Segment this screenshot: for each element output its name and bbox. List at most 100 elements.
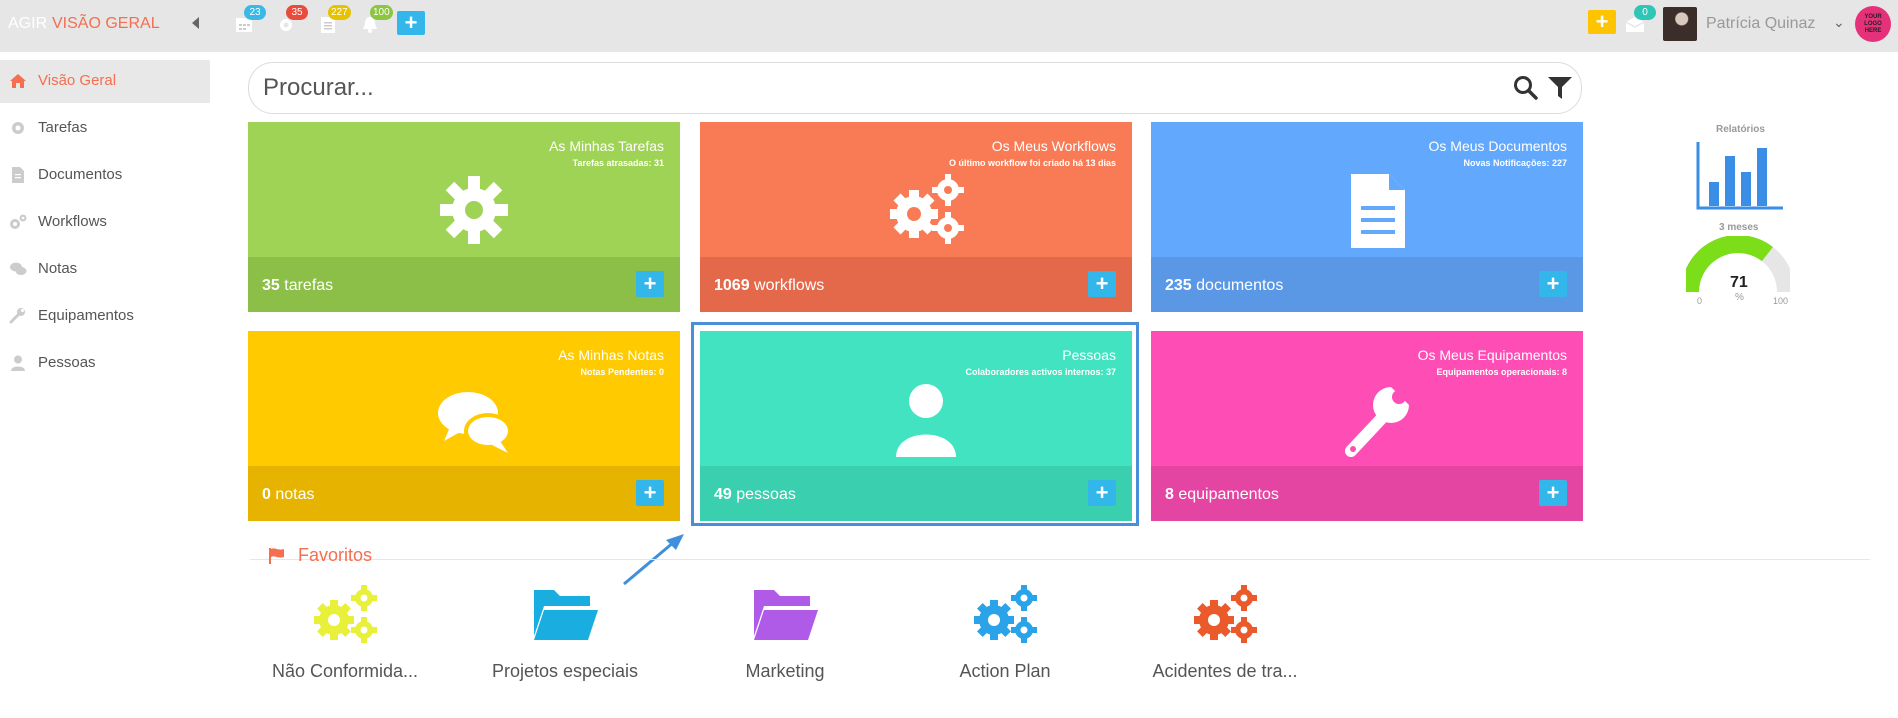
tile-title: Os Meus Equipamentos	[1417, 347, 1567, 363]
tile-title: Os Meus Documentos	[1428, 138, 1568, 154]
tile-meus-documentos[interactable]: Os Meus Documentos Novas Notificações: 2…	[1151, 122, 1583, 312]
brand-name[interactable]: AGIR	[8, 15, 47, 33]
sidebar-item-label: Workflows	[38, 213, 107, 230]
gears-icon	[10, 214, 27, 229]
tile-count: 1069 workflows	[714, 277, 825, 294]
tile-count: 8 equipamentos	[1165, 486, 1279, 503]
favorite-label: Projetos especiais	[491, 661, 639, 681]
sidebar-item-label: Notas	[38, 260, 78, 277]
gear-icon	[12, 122, 24, 134]
wrench-icon	[1345, 387, 1409, 457]
settings-badge: 35	[286, 5, 308, 20]
pointer-arrow-icon	[623, 534, 684, 586]
tile-meus-workflows[interactable]: Os Meus Workflows O último workflow foi …	[700, 122, 1132, 312]
gear-icon	[440, 176, 508, 244]
gauge-unit: %	[1735, 292, 1744, 303]
tile-subtitle: O último workflow foi criado há 13 dias	[948, 158, 1116, 168]
favorite-label: Acidentes de tra...	[1152, 661, 1298, 681]
messages-badge: 0	[1634, 5, 1656, 20]
tile-subtitle: Equipamentos operacionais: 8	[1436, 367, 1567, 377]
sidebar-item-workflows[interactable]: Workflows	[0, 201, 210, 244]
comments-icon	[438, 392, 512, 453]
tile-subtitle: Tarefas atrasadas: 31	[572, 158, 664, 168]
folder-icon	[754, 590, 818, 640]
quick-add-button[interactable]: +	[1588, 10, 1616, 34]
company-logo: YOUR LOGO HERE	[1855, 6, 1891, 42]
favorite-marketing[interactable]: Marketing	[680, 584, 890, 682]
notifications-button[interactable]: 100	[360, 5, 393, 36]
tile-meus-equipamentos[interactable]: Os Meus Equipamentos Equipamentos operac…	[1151, 331, 1583, 521]
sidebar-item-label: Documentos	[38, 166, 123, 183]
add-document-button[interactable]: +	[1539, 271, 1567, 297]
highlight-frame	[691, 322, 1139, 526]
tile-footer: 1069 workflows +	[700, 257, 1132, 312]
gauge-fill	[1686, 236, 1773, 293]
document-icon	[1351, 174, 1405, 248]
documents-button[interactable]: 227	[318, 5, 351, 36]
gauge-max: 100	[1773, 296, 1789, 306]
tile-subtitle: Notas Pendentes: 0	[580, 367, 664, 377]
add-workflow-button[interactable]: +	[1088, 271, 1116, 297]
tile-footer: 0 notas +	[248, 466, 680, 521]
gears-icon	[974, 585, 1037, 643]
messages-button[interactable]: 0	[1624, 5, 1656, 36]
logo-text: YOUR LOGO HERE	[1864, 13, 1882, 34]
chevron-down-icon[interactable]: ⌄	[1833, 14, 1845, 31]
favorite-action-plan[interactable]: Action Plan	[900, 584, 1110, 682]
notifications-badge: 100	[370, 5, 393, 20]
tile-footer: 8 equipamentos +	[1151, 466, 1583, 521]
bar-chart-icon[interactable]	[1695, 140, 1785, 210]
settings-button[interactable]: 35	[276, 5, 308, 36]
sidebar-item-tarefas[interactable]: Tarefas	[0, 107, 210, 150]
avatar[interactable]	[1663, 7, 1697, 41]
user-icon	[11, 355, 25, 371]
search-input[interactable]	[261, 72, 1465, 104]
favorite-acidentes-de-trabalho[interactable]: Acidentes de tra...	[1120, 584, 1330, 682]
calendar-button[interactable]: 23	[234, 5, 266, 36]
gauge-min: 0	[1697, 296, 1703, 306]
comments-icon	[10, 262, 27, 275]
user-name[interactable]: Patrícia Quinaz	[1706, 15, 1815, 33]
folder-icon	[534, 590, 598, 640]
gears-icon	[890, 174, 964, 244]
gauge-value: 71	[1730, 274, 1748, 291]
tile-footer: 35 tarefas +	[248, 257, 680, 312]
flag-icon	[269, 548, 284, 564]
search-bar	[248, 62, 1582, 114]
calendar-badge: 23	[244, 5, 266, 20]
tile-title: As Minhas Notas	[558, 347, 664, 363]
wrench-icon	[9, 308, 25, 324]
tile-count: 0 notas	[262, 486, 315, 503]
document-icon	[12, 167, 24, 183]
favorite-nao-conformidades[interactable]: Não Conformida...	[240, 584, 450, 682]
period-label: 3 meses	[1719, 222, 1759, 233]
collapse-sidebar-icon[interactable]	[192, 17, 199, 29]
add-button[interactable]: +	[397, 11, 425, 35]
reports-label: Relatórios	[1716, 124, 1765, 135]
sidebar-item-label: Equipamentos	[38, 307, 134, 324]
sidebar-item-visao-geral[interactable]: Visão Geral	[0, 60, 210, 103]
add-equipment-button[interactable]: +	[1539, 480, 1567, 506]
top-bar: AGIR VISÃO GERAL 23 35 227 100 + + 0 Pat…	[0, 0, 1898, 52]
home-icon	[10, 74, 26, 88]
gears-icon	[314, 585, 377, 643]
favorite-label: Marketing	[745, 661, 825, 681]
search-icon[interactable]	[1513, 75, 1539, 101]
tile-title: Os Meus Workflows	[991, 138, 1116, 154]
sidebar-item-notas[interactable]: Notas	[0, 248, 210, 291]
sidebar-item-pessoas[interactable]: Pessoas	[0, 342, 210, 385]
tile-minhas-tarefas[interactable]: As Minhas Tarefas Tarefas atrasadas: 31 …	[248, 122, 680, 312]
sidebar-item-documentos[interactable]: Documentos	[0, 154, 210, 197]
tile-minhas-notas[interactable]: As Minhas Notas Notas Pendentes: 0 0 not…	[248, 331, 680, 521]
favorite-projetos-especiais[interactable]: Projetos especiais	[460, 584, 670, 682]
tile-subtitle: Novas Notificações: 227	[1463, 158, 1567, 168]
favorite-label: Action Plan	[959, 661, 1051, 681]
add-note-button[interactable]: +	[636, 480, 664, 506]
sidebar-item-label: Pessoas	[38, 354, 96, 371]
gears-icon	[1194, 585, 1257, 643]
add-task-button[interactable]: +	[636, 271, 664, 297]
sidebar-item-equipamentos[interactable]: Equipamentos	[0, 295, 210, 338]
favorites-title: Favoritos	[298, 545, 373, 565]
documents-badge: 227	[328, 5, 351, 20]
filter-icon[interactable]	[1547, 75, 1573, 101]
